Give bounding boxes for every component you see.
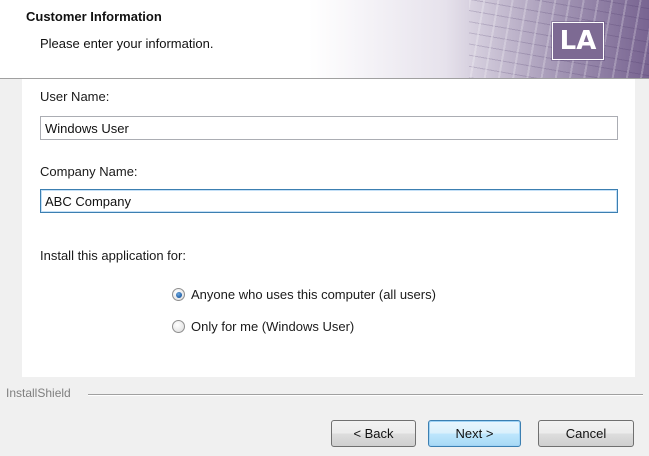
- dialog-header: Customer Information Please enter your i…: [0, 0, 649, 79]
- radio-all-users-label: Anyone who uses this computer (all users…: [191, 287, 436, 302]
- divider: [88, 394, 643, 396]
- company-name-field[interactable]: [40, 189, 618, 213]
- page-title: Customer Information: [26, 9, 162, 24]
- cancel-button[interactable]: Cancel: [538, 420, 634, 447]
- company-name-label: Company Name:: [40, 164, 138, 179]
- installshield-branding: InstallShield: [0, 386, 649, 400]
- radio-all-users[interactable]: Anyone who uses this computer (all users…: [172, 287, 436, 302]
- user-name-label: User Name:: [40, 89, 110, 104]
- brand-label: InstallShield: [6, 386, 71, 400]
- user-name-field[interactable]: [40, 116, 618, 140]
- radio-only-me-label: Only for me (Windows User): [191, 319, 355, 334]
- install-for-label: Install this application for:: [40, 248, 186, 263]
- page-subtitle: Please enter your information.: [40, 36, 214, 51]
- back-button[interactable]: < Back: [331, 420, 416, 447]
- product-logo: LA: [552, 22, 604, 60]
- radio-button-checked[interactable]: [172, 288, 185, 301]
- radio-button-unchecked[interactable]: [172, 320, 185, 333]
- radio-only-me[interactable]: Only for me (Windows User): [172, 319, 354, 334]
- next-button[interactable]: Next >: [428, 420, 521, 447]
